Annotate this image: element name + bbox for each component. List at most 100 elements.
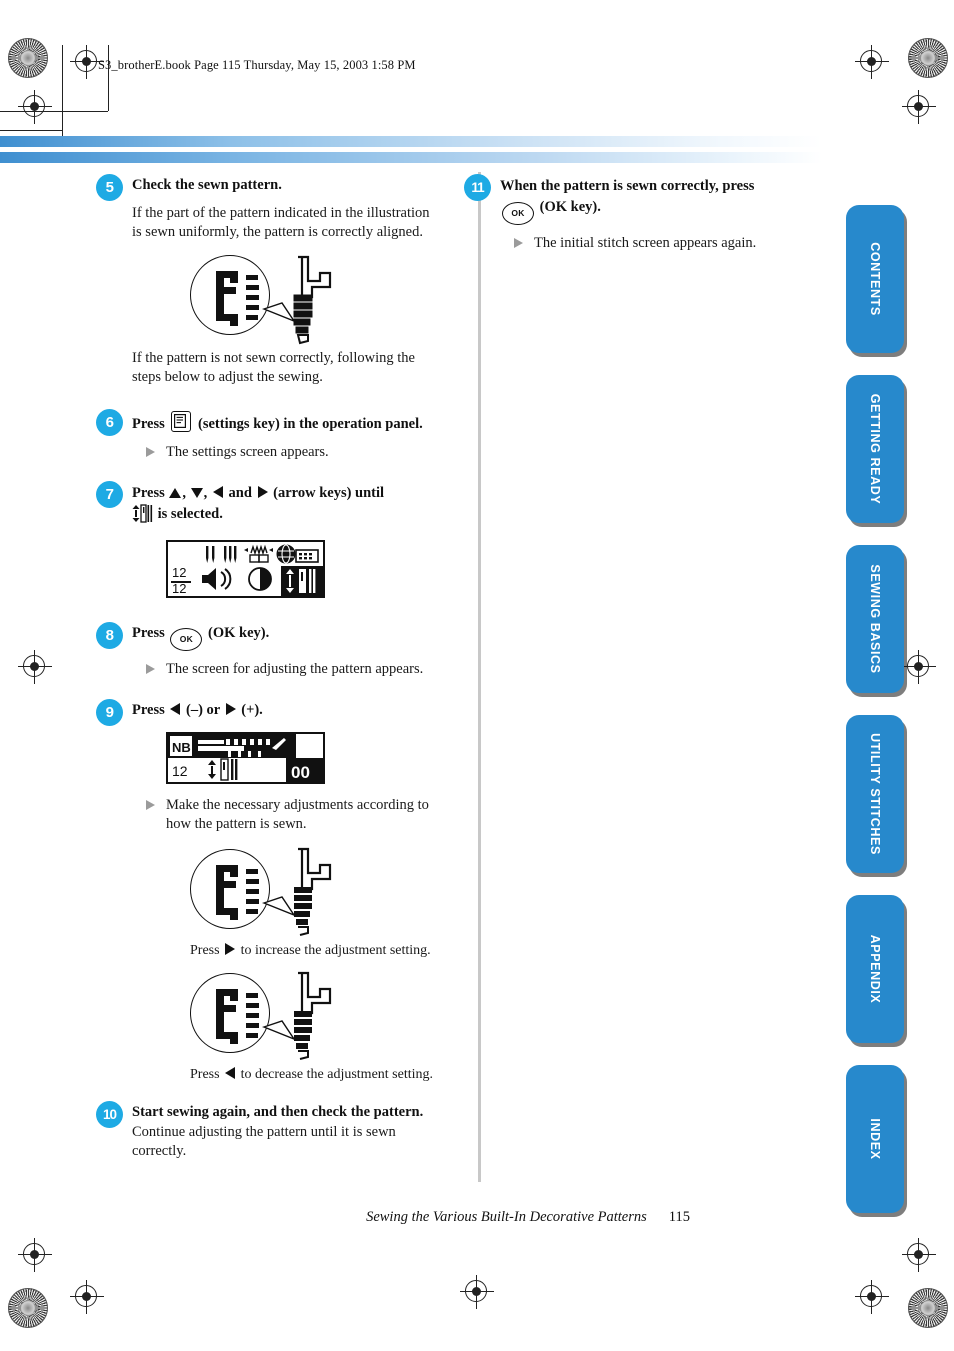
side-tab-sewing-basics[interactable]: SEWING BASICS xyxy=(846,545,904,693)
arrow-right-icon[interactable] xyxy=(257,485,268,498)
step-6-result-text: The settings screen appears. xyxy=(166,444,329,461)
step-9-result-text: Make the necessary adjustments according… xyxy=(166,797,429,833)
step-8-heading-post: (OK key). xyxy=(208,624,270,641)
crop-mark-bottom-left xyxy=(70,1280,104,1314)
callout-pointer xyxy=(261,301,296,323)
side-tab-label: INDEX xyxy=(868,1118,882,1160)
step-5-heading: Check the sewn pattern. xyxy=(132,177,282,193)
side-tab-getting-ready[interactable]: GETTING READY xyxy=(846,375,904,523)
lcd-pattern-label-text: NB xyxy=(172,740,191,755)
crop-mark-top-right xyxy=(855,45,889,79)
step-8-result-text: The screen for adjusting the pattern app… xyxy=(166,660,424,677)
step-number-9: 9 xyxy=(96,698,123,726)
trim-line-left-vertical xyxy=(62,45,63,137)
crop-mark-left-middle xyxy=(18,650,52,684)
ok-key-icon[interactable]: OK xyxy=(170,627,203,651)
header-gradient-bar-top xyxy=(0,136,822,147)
registration-rosette-bottom-left xyxy=(8,1288,48,1328)
registration-rosette-top-right xyxy=(908,38,948,78)
arrow-left-icon[interactable] xyxy=(212,485,223,498)
step-number-5: 5 xyxy=(96,174,123,201)
lcd-adjust-screen: NB 12 00 xyxy=(166,732,325,785)
side-navigation-tabs: CONTENTS GETTING READY SEWING BASICS UTI… xyxy=(846,205,908,1235)
step-number-7: 7 xyxy=(96,480,123,508)
side-tab-label: SEWING BASICS xyxy=(868,564,882,674)
ok-key-icon[interactable]: OK xyxy=(502,202,534,226)
callout-pointer xyxy=(261,1019,296,1041)
step-5: 5 Check the sewn pattern. If the part of… xyxy=(96,174,442,387)
magnified-stitch-glyph xyxy=(216,988,259,1044)
trim-line-left-horizontal xyxy=(0,130,62,131)
step-6: 6 Press (settings key) in the operation … xyxy=(96,409,442,462)
arrow-left-icon[interactable] xyxy=(170,702,181,715)
step-6-result: The settings screen appears. xyxy=(146,443,442,462)
arrow-left-icon[interactable] xyxy=(225,1066,236,1079)
step-10-heading: Start sewing again, and then check the p… xyxy=(132,1103,424,1120)
increase-text-pre: Press xyxy=(190,942,220,958)
step-8-result: The screen for adjusting the pattern app… xyxy=(146,660,442,679)
arrow-right-icon[interactable] xyxy=(225,702,236,715)
needle-position-icon xyxy=(206,545,237,563)
right-column: 11 When the pattern is sewn correctly, p… xyxy=(464,174,800,257)
step-9-heading-post: (+). xyxy=(241,701,263,718)
arrow-right-icon[interactable] xyxy=(225,942,236,955)
page-footer: Sewing the Various Built-In Decorative P… xyxy=(0,1208,822,1226)
full-stitch-pattern xyxy=(294,847,332,936)
step-7-comma-2: , xyxy=(203,484,208,501)
registration-rosette-top-left xyxy=(8,38,48,78)
crop-mark-left-upper xyxy=(18,90,52,124)
pattern-illustration-increase xyxy=(190,845,440,937)
decrease-text-post: to decrease the adjustment setting. xyxy=(240,1066,434,1082)
trim-line-inner-vertical xyxy=(108,45,109,111)
side-tab-index[interactable]: INDEX xyxy=(846,1065,904,1213)
step-8-heading: Press OK (OK key). xyxy=(132,624,442,651)
arrow-down-icon[interactable] xyxy=(190,487,203,498)
result-arrow-icon xyxy=(146,800,155,811)
header-gradient-bar-bottom xyxy=(0,152,822,163)
side-tab-label: CONTENTS xyxy=(868,242,882,316)
step-6-heading: Press (settings key) in the operation pa… xyxy=(132,411,442,434)
crop-mark-right-lower xyxy=(902,1238,936,1272)
step-7-comma-1: , xyxy=(182,484,187,501)
step-7-heading-end: is selected. xyxy=(157,505,223,522)
crop-mark-bottom-center xyxy=(460,1275,494,1309)
buzzer-speaker-icon xyxy=(202,567,232,590)
side-tab-contents[interactable]: CONTENTS xyxy=(846,205,904,353)
step-7-heading-post: (arrow keys) until xyxy=(273,484,385,501)
step-11-heading: When the pattern is sewn correctly, pres… xyxy=(500,176,800,226)
footer-section-title: Sewing the Various Built-In Decorative P… xyxy=(366,1209,647,1225)
pattern-illustration-decrease xyxy=(190,969,440,1061)
side-tab-utility-stitches[interactable]: UTILITY STITCHES xyxy=(846,715,904,873)
language-globe-icon xyxy=(276,544,319,564)
settings-key-icon[interactable] xyxy=(171,411,192,433)
book-file-info: S3_brotherE.book Page 115 Thursday, May … xyxy=(98,58,416,72)
pattern-adjust-icon xyxy=(132,504,154,530)
step-6-heading-post: (settings key) in the operation panel. xyxy=(198,416,423,433)
increase-setting-text: Press to increase the adjustment setting… xyxy=(190,942,442,959)
lcd-settings-screen: 12 12 xyxy=(166,539,325,598)
result-arrow-icon xyxy=(514,238,523,249)
crop-mark-right-upper xyxy=(902,90,936,124)
increase-text-post: to increase the adjustment setting. xyxy=(240,942,431,958)
footer-page-number: 115 xyxy=(668,1209,690,1225)
full-stitch-pattern xyxy=(294,971,332,1060)
step-5-paragraph-1: If the part of the pattern indicated in … xyxy=(132,205,430,241)
result-arrow-icon xyxy=(146,447,155,458)
arrow-up-icon[interactable] xyxy=(169,487,182,498)
lcd-adjust-number: 12 xyxy=(172,763,188,779)
step-9-heading: Press (–) or (+). xyxy=(132,701,442,720)
side-tab-label: UTILITY STITCHES xyxy=(868,733,882,855)
step-11-heading-line1: When the pattern is sewn correctly, pres… xyxy=(500,178,755,194)
stitch-width-icon xyxy=(244,544,273,563)
side-tab-label: GETTING READY xyxy=(868,393,882,505)
lcd-contrast-icon xyxy=(248,566,272,591)
step-9-heading-mid: (–) or xyxy=(186,701,220,718)
step-number-11: 11 xyxy=(464,174,491,201)
step-number-10: 10 xyxy=(96,1100,123,1128)
step-7: 7 Press , , and (arrow keys) until is se… xyxy=(96,480,442,598)
step-number-6: 6 xyxy=(96,409,123,437)
side-tab-appendix[interactable]: APPENDIX xyxy=(846,895,904,1043)
step-6-heading-pre: Press xyxy=(132,416,165,433)
registration-rosette-bottom-right xyxy=(908,1288,948,1328)
step-9-heading-pre: Press xyxy=(132,701,165,718)
